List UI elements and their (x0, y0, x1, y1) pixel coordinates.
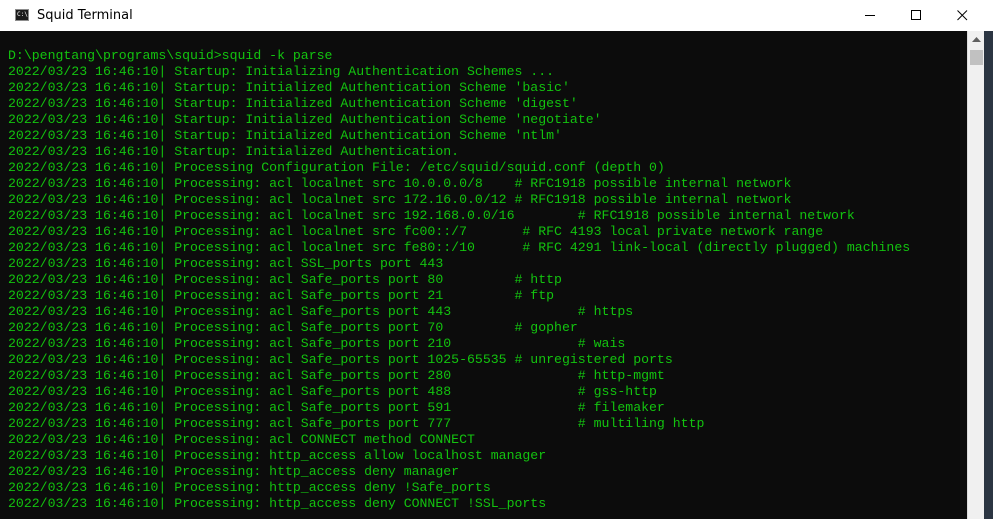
console-line: 2022/03/23 16:46:10| Processing: acl loc… (8, 176, 792, 191)
title-bar[interactable]: C:\. Squid Terminal (0, 0, 993, 32)
scroll-thumb[interactable] (970, 50, 983, 65)
console-line: 2022/03/23 16:46:10| Startup: Initialize… (8, 128, 562, 143)
console-line: 2022/03/23 16:46:10| Startup: Initialize… (8, 112, 602, 127)
console-icon: C:\. (15, 9, 32, 21)
console-line: 2022/03/23 16:46:10| Processing: acl Saf… (8, 368, 665, 383)
console-line: 2022/03/23 16:46:10| Processing: acl Saf… (8, 400, 665, 415)
console-line: 2022/03/23 16:46:10| Processing: acl CON… (8, 432, 475, 447)
console-line: 2022/03/23 16:46:10| Processing: acl loc… (8, 224, 824, 239)
console-line: 2022/03/23 16:46:10| Processing: http_ac… (8, 496, 547, 511)
console-line: 2022/03/23 16:46:10| Processing: http_ac… (8, 464, 460, 479)
console-line: 2022/03/23 16:46:10| Startup: Initializi… (8, 64, 555, 79)
console-line: 2022/03/23 16:46:10| Processing: acl Saf… (8, 304, 634, 319)
console-line: 2022/03/23 16:46:10| Processing: acl Saf… (8, 288, 555, 303)
close-button[interactable] (939, 0, 985, 31)
console-line: 2022/03/23 16:46:10| Processing Configur… (8, 160, 665, 175)
console-line: 2022/03/23 16:46:10| Processing: acl SSL… (8, 256, 444, 271)
console-line: 2022/03/23 16:46:10| Startup: Initialize… (8, 96, 578, 111)
window-title: Squid Terminal (37, 8, 133, 23)
minimize-icon (865, 15, 875, 16)
maximize-button[interactable] (893, 0, 939, 31)
console-line: 2022/03/23 16:46:10| Startup: Initialize… (8, 80, 570, 95)
chevron-up-icon (972, 37, 981, 42)
console-output[interactable]: D:\pengtang\programs\squid>squid -k pars… (0, 31, 967, 519)
console-line: D:\pengtang\programs\squid>squid -k pars… (8, 48, 333, 63)
console-line: 2022/03/23 16:46:10| Processing: acl loc… (8, 192, 792, 207)
minimize-button[interactable] (847, 0, 893, 31)
console-icon-text: C:\. (17, 11, 32, 18)
console-line: 2022/03/23 16:46:10| Processing: acl Saf… (8, 352, 673, 367)
console-line: 2022/03/23 16:46:10| Startup: Initialize… (8, 144, 460, 159)
maximize-icon (911, 10, 921, 20)
vertical-scrollbar[interactable] (967, 31, 985, 519)
console-line: 2022/03/23 16:46:10| Processing: acl loc… (8, 240, 911, 255)
console-line: 2022/03/23 16:46:10| Processing: http_ac… (8, 480, 491, 495)
console-text: D:\pengtang\programs\squid>squid -k pars… (8, 48, 910, 512)
console-line: 2022/03/23 16:46:10| Processing: http_ac… (8, 448, 547, 463)
console-line: 2022/03/23 16:46:10| Processing: acl loc… (8, 208, 855, 223)
terminal-window: C:\. Squid Terminal D:\pengtang\programs… (0, 0, 993, 519)
console-line: 2022/03/23 16:46:10| Processing: acl Saf… (8, 384, 657, 399)
console-line: 2022/03/23 16:46:10| Processing: acl Saf… (8, 320, 578, 335)
console-line: 2022/03/23 16:46:10| Processing: acl Saf… (8, 416, 705, 431)
scroll-up-button[interactable] (968, 31, 985, 48)
console-line: 2022/03/23 16:46:10| Processing: acl Saf… (8, 272, 562, 287)
desktop-edge (984, 31, 993, 519)
console-line: 2022/03/23 16:46:10| Processing: acl Saf… (8, 336, 626, 351)
close-icon (957, 10, 968, 21)
